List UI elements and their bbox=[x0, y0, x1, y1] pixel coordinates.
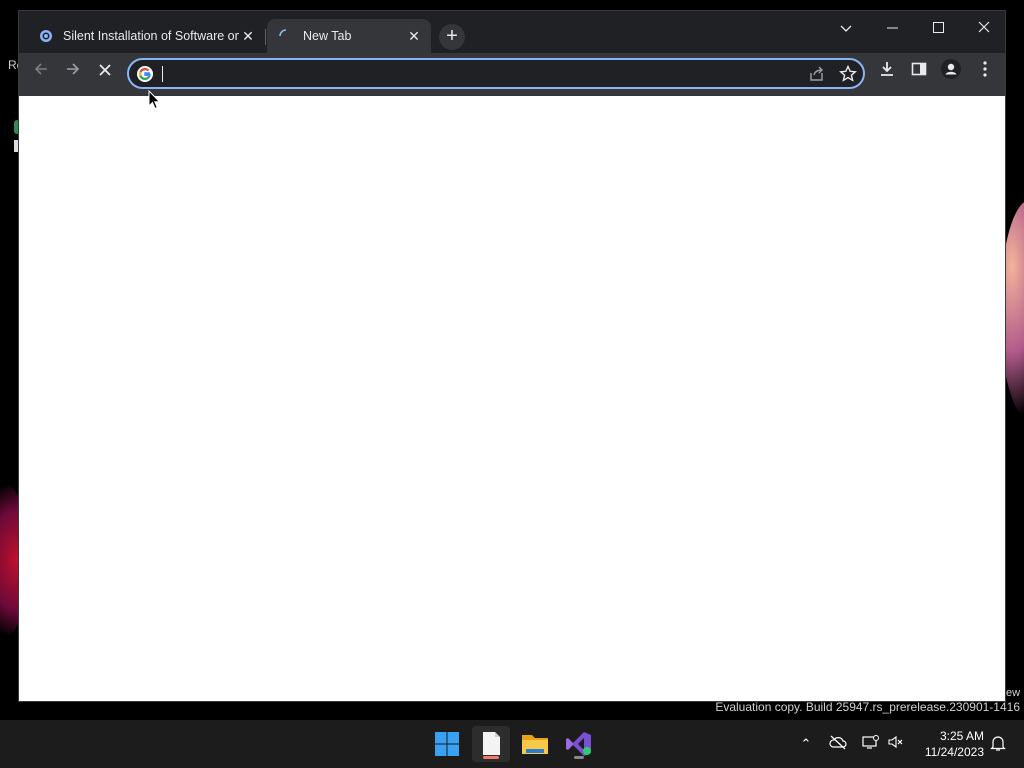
share-icon[interactable] bbox=[807, 64, 827, 84]
taskbar-notepad[interactable] bbox=[472, 726, 510, 762]
tab-title: New Tab bbox=[303, 29, 352, 43]
close-tab-icon[interactable]: ✕ bbox=[405, 27, 423, 45]
download-icon bbox=[881, 62, 893, 76]
maximize-icon bbox=[932, 22, 944, 33]
folder-icon bbox=[522, 735, 548, 754]
evaluation-watermark: Evaluation copy. Build 25947.rs_prerelea… bbox=[715, 700, 1020, 714]
forward-button[interactable] bbox=[59, 59, 87, 87]
running-app-indicator bbox=[574, 756, 584, 759]
arrow-right-icon bbox=[67, 63, 80, 75]
bookmark-star-icon[interactable] bbox=[838, 64, 858, 84]
profile-avatar-icon bbox=[941, 59, 961, 79]
minimize-button[interactable] bbox=[869, 15, 915, 43]
notifications-button[interactable] bbox=[988, 734, 1008, 754]
tab-silent-installation[interactable]: Silent Installation of Software on ✕ bbox=[27, 19, 265, 53]
close-icon bbox=[978, 21, 990, 33]
more-vert-icon bbox=[983, 61, 987, 77]
taskbar-visual-studio[interactable] bbox=[560, 726, 598, 762]
google-logo-icon bbox=[137, 66, 153, 82]
profile-button[interactable] bbox=[937, 59, 965, 87]
side-panel-icon bbox=[911, 62, 927, 76]
address-bar[interactable] bbox=[127, 58, 865, 89]
text-caret bbox=[162, 66, 163, 82]
start-button[interactable] bbox=[428, 726, 466, 762]
show-hidden-icons-button[interactable]: ⌃ bbox=[796, 734, 816, 754]
clock-date: 11/24/2023 bbox=[924, 745, 984, 759]
page-content bbox=[19, 96, 1005, 701]
close-tab-icon[interactable]: ✕ bbox=[239, 27, 257, 45]
volume-muted-icon[interactable] bbox=[886, 734, 906, 754]
taskbar: ⌃ 3:25 AM 11/24/2023 bbox=[0, 720, 1024, 768]
tab-title: Silent Installation of Software on bbox=[63, 29, 239, 43]
mouse-cursor-icon bbox=[148, 90, 161, 110]
taskbar-file-explorer[interactable] bbox=[516, 726, 554, 762]
tab-strip: Silent Installation of Software on ✕ New… bbox=[19, 11, 1005, 53]
arrow-left-icon bbox=[34, 63, 47, 75]
windows-logo-icon bbox=[435, 732, 459, 756]
app-favicon-icon bbox=[40, 30, 52, 42]
maximize-button[interactable] bbox=[915, 15, 961, 43]
back-button[interactable] bbox=[27, 59, 55, 87]
stop-loading-button[interactable] bbox=[91, 59, 119, 87]
notification-bell-icon bbox=[990, 736, 1006, 751]
active-app-indicator bbox=[483, 756, 499, 759]
minimize-icon bbox=[886, 27, 898, 29]
loading-spinner-icon bbox=[279, 29, 287, 37]
tab-new-tab[interactable]: New Tab ✕ bbox=[267, 19, 431, 53]
browser-window: Silent Installation of Software on ✕ New… bbox=[18, 10, 1006, 702]
browser-toolbar bbox=[19, 53, 1005, 96]
new-tab-button[interactable]: + bbox=[439, 24, 465, 50]
tab-separator bbox=[265, 29, 266, 45]
cloud-offline-icon[interactable] bbox=[828, 734, 848, 754]
downloads-button[interactable] bbox=[873, 59, 901, 87]
url-input[interactable] bbox=[161, 63, 765, 86]
network-icon[interactable] bbox=[860, 734, 880, 754]
tab-search-button[interactable] bbox=[823, 15, 869, 43]
clock-time: 3:25 AM bbox=[939, 729, 984, 743]
stop-icon bbox=[99, 64, 111, 76]
system-clock[interactable]: 3:25 AM 11/24/2023 bbox=[912, 728, 984, 760]
browser-menu-button[interactable] bbox=[971, 59, 999, 87]
close-window-button[interactable] bbox=[961, 15, 1007, 43]
watermark-fragment: ew bbox=[1006, 687, 1021, 699]
chevron-down-icon bbox=[840, 25, 852, 32]
side-panel-button[interactable] bbox=[905, 59, 933, 87]
